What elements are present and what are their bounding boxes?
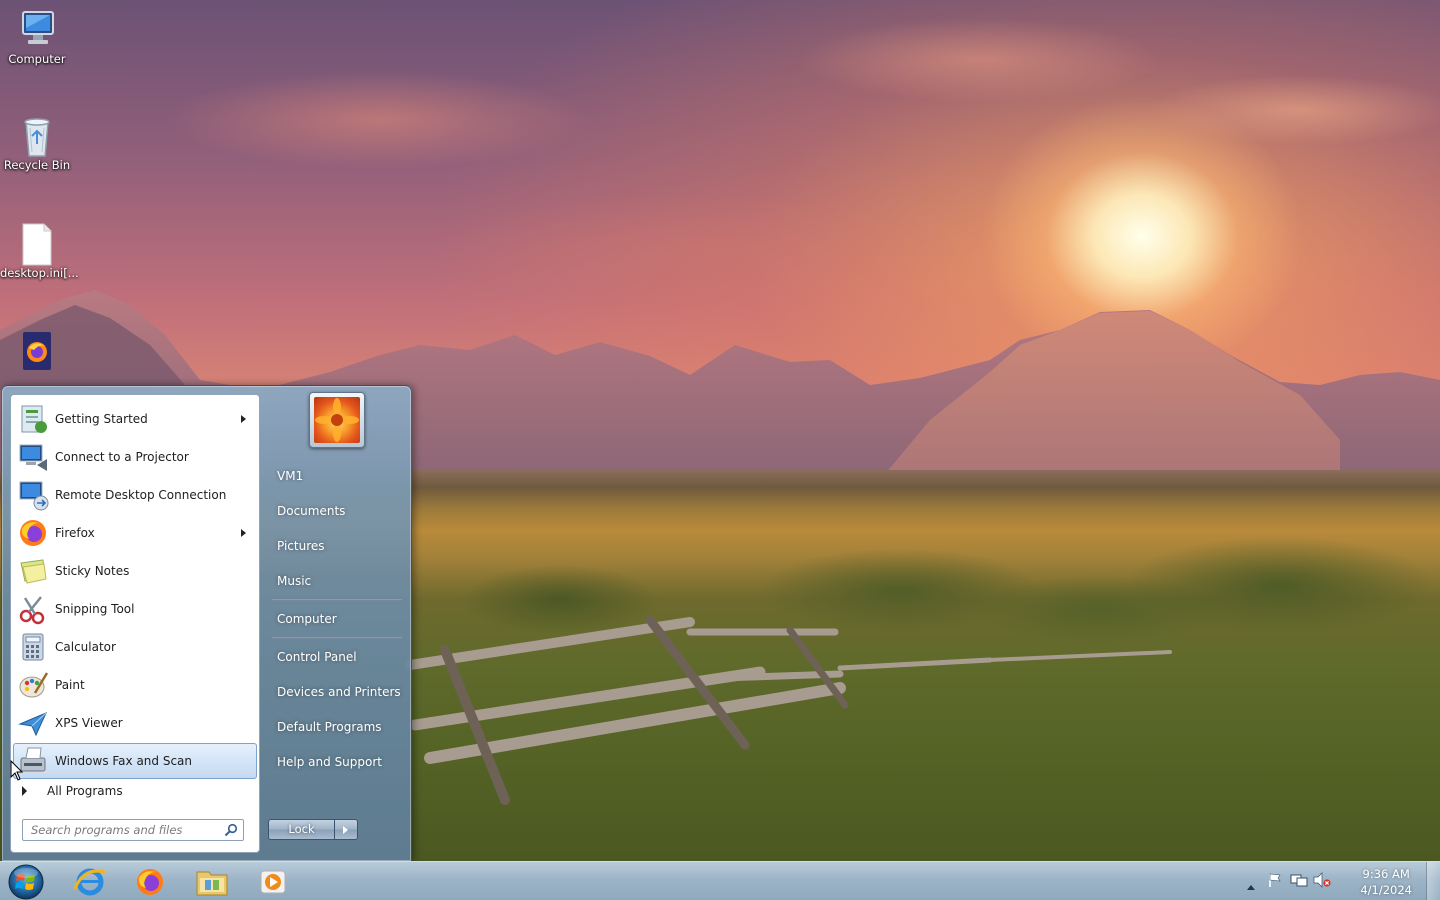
program-label: Getting Started [55,412,148,426]
computer-icon [17,8,57,50]
media-player-icon [260,870,286,894]
program-firefox[interactable]: Firefox [13,515,257,551]
volume-muted-icon[interactable] [1313,872,1331,892]
snipping-tool-icon [17,593,49,625]
desktop-icon-recycle-bin[interactable]: Recycle Bin [0,114,74,172]
places-default-programs[interactable]: Default Programs [268,715,404,739]
places-user-folder[interactable]: VM1 [268,464,404,488]
desktop-icon-label: Recycle Bin [3,158,71,172]
start-button[interactable] [6,863,46,900]
taskbar-firefox[interactable] [121,863,179,900]
all-programs-label: All Programs [47,784,123,798]
user-avatar[interactable] [309,392,365,448]
show-desktop-button[interactable] [1426,862,1440,900]
chevron-right-icon [343,826,348,834]
program-label: Firefox [55,526,95,540]
program-label: Sticky Notes [55,564,130,578]
desktop-icon-computer[interactable]: Computer [0,8,74,66]
all-programs-arrow-icon [22,786,27,796]
calculator-icon [17,631,49,663]
paint-icon [17,669,49,701]
desktop-icon-label: desktop.ini[... [0,266,79,280]
program-remote-desktop[interactable]: Remote Desktop Connection [13,477,257,513]
flower-picture-icon [314,397,360,443]
program-label: Remote Desktop Connection [55,488,227,502]
all-programs-button[interactable]: All Programs [13,778,257,804]
desktop-icon-firefox-setup[interactable] [0,330,74,374]
program-snipping-tool[interactable]: Snipping Tool [13,591,257,627]
program-xps-viewer[interactable]: XPS Viewer [13,705,257,741]
taskbar-clock[interactable]: 9:36 AM 4/1/2024 [1360,866,1412,898]
search-icon[interactable] [224,823,238,837]
places-documents[interactable]: Documents [268,499,404,523]
firefox-icon [137,869,163,895]
windows-logo-icon [8,864,44,900]
places-devices-printers[interactable]: Devices and Printers [268,680,404,704]
taskbar-internet-explorer[interactable] [61,863,119,900]
places-control-panel[interactable]: Control Panel [268,645,404,669]
network-icon[interactable] [1290,872,1308,892]
places-pictures[interactable]: Pictures [268,534,404,558]
desktop-icon-label: Computer [8,52,66,66]
internet-explorer-icon [73,868,106,896]
remote-desktop-icon [17,479,49,511]
action-center-flag-icon[interactable] [1267,872,1283,892]
program-label: Connect to a Projector [55,450,189,464]
xps-viewer-icon [17,707,49,739]
program-paint[interactable]: Paint [13,667,257,703]
program-label: Paint [55,678,85,692]
file-icon [17,222,57,266]
taskbar-file-explorer[interactable] [183,863,241,900]
places-separator [272,637,402,639]
mouse-cursor-icon [10,760,24,781]
sticky-notes-icon [17,555,49,587]
submenu-arrow-icon[interactable] [241,529,246,537]
shutdown-options-button[interactable] [335,819,358,840]
places-computer[interactable]: Computer [268,607,404,631]
clock-date: 4/1/2024 [1360,883,1412,897]
projector-icon [17,441,49,473]
clock-time: 9:36 AM [1362,867,1410,881]
start-menu-places-pane: VM1 Documents Pictures Music Computer Co… [262,386,410,861]
places-music[interactable]: Music [268,569,404,593]
program-windows-fax-scan[interactable]: Windows Fax and Scan [13,743,257,779]
start-menu: Getting Started Connect to a Projector R… [1,385,412,862]
recycle-bin-icon [17,114,57,157]
taskbar: 9:36 AM 4/1/2024 [0,861,1440,900]
places-separator [272,599,402,601]
program-label: Calculator [55,640,116,654]
program-connect-to-projector[interactable]: Connect to a Projector [13,439,257,475]
places-help-support[interactable]: Help and Support [268,750,404,774]
program-getting-started[interactable]: Getting Started [13,401,257,437]
firefox-icon [17,517,49,549]
program-calculator[interactable]: Calculator [13,629,257,665]
programs-divider [17,772,253,773]
file-explorer-icon [196,871,228,896]
search-programs-input[interactable]: Search programs and files [22,819,244,841]
program-label: Windows Fax and Scan [55,754,193,768]
lock-button[interactable]: Lock [268,819,335,840]
desktop-icon-desktop-ini[interactable]: desktop.ini[... [0,222,79,280]
submenu-arrow-icon[interactable] [241,415,246,423]
search-placeholder: Search programs and files [31,823,183,837]
start-menu-programs-pane: Getting Started Connect to a Projector R… [10,394,260,853]
program-label: XPS Viewer [55,716,123,730]
firefox-setup-icon [17,330,57,372]
taskbar-media-player[interactable] [244,863,302,900]
program-sticky-notes[interactable]: Sticky Notes [13,553,257,589]
program-label: Snipping Tool [55,602,135,616]
show-hidden-icons-icon[interactable] [1246,876,1256,895]
getting-started-icon [17,403,49,435]
